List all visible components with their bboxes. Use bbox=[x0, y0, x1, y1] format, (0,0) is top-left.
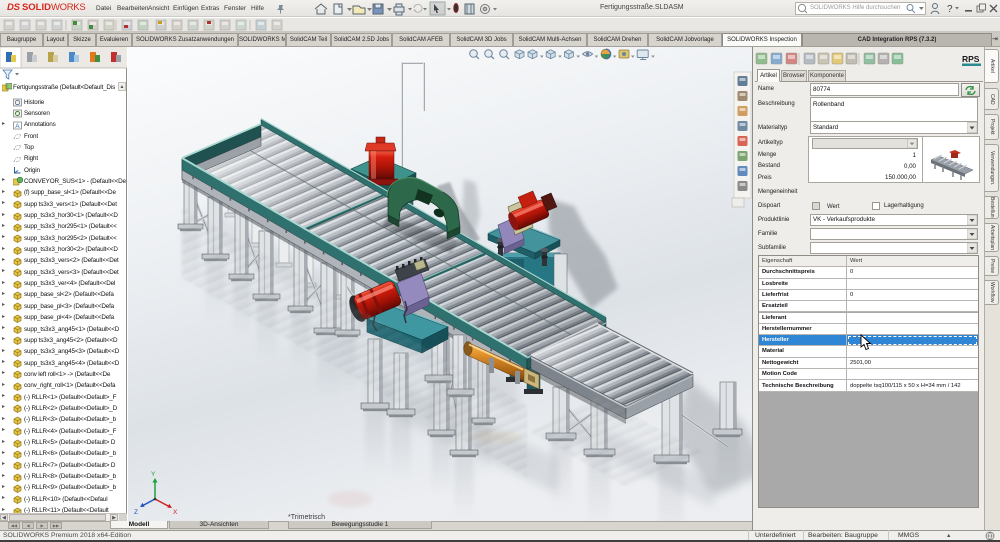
svg-text:Z: Z bbox=[134, 509, 138, 516]
svg-text:?: ? bbox=[947, 4, 953, 15]
svg-text:A: A bbox=[15, 123, 20, 130]
svg-text:RPS: RPS bbox=[962, 54, 980, 64]
svg-text:X: X bbox=[173, 509, 178, 516]
svg-text:Y: Y bbox=[151, 471, 156, 478]
svg-text:*Trimetrisch: *Trimetrisch bbox=[288, 514, 325, 521]
